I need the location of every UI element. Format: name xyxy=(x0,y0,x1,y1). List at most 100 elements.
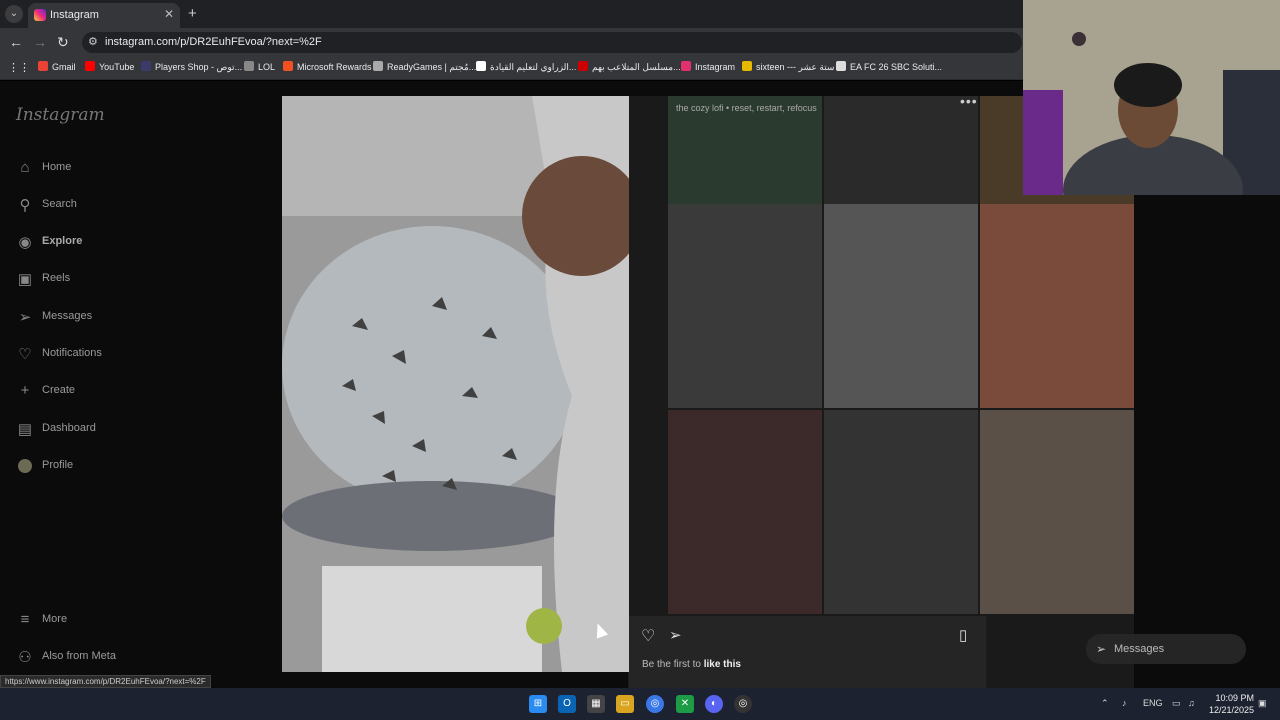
notification-icon[interactable]: ▣ xyxy=(1258,698,1267,709)
home-icon: ⌂ xyxy=(20,159,30,176)
messages-button[interactable]: ➢ Messages xyxy=(1086,634,1246,664)
post-video-frame xyxy=(282,96,629,672)
bookmark-item[interactable]: الزراوي لتعليم القيادة... xyxy=(476,61,576,73)
grid-thumbnail[interactable] xyxy=(824,410,978,614)
browser-tab[interactable]: Instagram ✕ xyxy=(28,3,180,28)
bookmark-item[interactable]: sixteen --- ستة عشر xyxy=(742,61,834,73)
language-indicator[interactable]: ENG xyxy=(1143,698,1163,708)
bookmark-label: Instagram xyxy=(695,62,736,72)
sidebar-item-explore[interactable]: ◉ Explore xyxy=(16,232,146,254)
network-icon[interactable]: ▭ xyxy=(1172,698,1181,709)
sidebar-item-messages[interactable]: ➢ Messages xyxy=(16,307,146,329)
webcam-overlay xyxy=(1023,0,1280,195)
bookmark-favicon-icon xyxy=(85,61,95,71)
chevron-up-icon[interactable]: ⌃ xyxy=(1101,698,1109,709)
microphone-icon[interactable]: ♪ xyxy=(1122,698,1127,708)
messages-icon: ➢ xyxy=(1096,642,1107,656)
bookmark-favicon-icon xyxy=(476,61,486,71)
grid-thumbnail[interactable] xyxy=(824,204,978,408)
bookmark-item[interactable]: مسلسل المتلاعب بهم... xyxy=(578,61,681,73)
outlook-icon[interactable]: O xyxy=(558,695,576,713)
bookmark-item[interactable]: Players Shop - توص... xyxy=(141,61,242,73)
reload-icon[interactable]: ↻ xyxy=(57,34,69,51)
clock[interactable]: 10:09 PM 12/21/2025 xyxy=(1206,692,1254,716)
store-icon[interactable]: ▦ xyxy=(587,695,605,713)
sidebar-item-label: Home xyxy=(42,161,72,173)
post-video[interactable] xyxy=(282,96,629,672)
bookmark-favicon-icon xyxy=(141,61,151,71)
bookmark-item[interactable]: YouTube xyxy=(85,61,134,72)
close-icon[interactable]: ✕ xyxy=(164,7,174,21)
sidebar-item-also-from-meta[interactable]: ⚇ Also from Meta xyxy=(16,647,146,669)
apps-grid-icon[interactable]: ⋮⋮ xyxy=(8,61,30,74)
like-heart-icon[interactable]: ♡ xyxy=(641,626,655,646)
instagram-favicon-icon xyxy=(34,9,46,21)
bookmark-item[interactable]: Gmail xyxy=(38,61,76,72)
clock-date: 12/21/2025 xyxy=(1208,705,1254,715)
instagram-logo[interactable]: Instagram xyxy=(16,105,105,125)
windows-start-icon[interactable]: ⊞ xyxy=(529,695,547,713)
sidebar-item-search[interactable]: ⚲ Search xyxy=(16,195,146,217)
tab-search-button[interactable]: ⌄ xyxy=(5,5,23,23)
bookmark-favicon-icon xyxy=(578,61,588,71)
like-link[interactable]: like this xyxy=(704,659,741,670)
sidebar-item-more[interactable]: ≡ More xyxy=(16,610,146,632)
file-explorer-icon[interactable]: ▭ xyxy=(616,695,634,713)
bookmark-item[interactable]: EA FC 26 SBC Soluti... xyxy=(836,61,942,72)
volume-icon[interactable]: ♫ xyxy=(1188,698,1195,708)
sidebar-item-create[interactable]: + Create xyxy=(16,381,146,403)
avatar-icon xyxy=(16,457,34,477)
bookmark-label: Microsoft Rewards xyxy=(297,62,372,72)
address-bar[interactable]: ⚙ instagram.com/p/DR2EuhFEvoa/?next=%2F xyxy=(82,32,1022,53)
bookmark-favicon-icon xyxy=(836,61,846,71)
meta-icon: ⚇ xyxy=(18,649,32,666)
bookmark-item[interactable]: Instagram xyxy=(681,61,735,72)
dashboard-icon: ▤ xyxy=(17,421,33,438)
sidebar-item-profile[interactable]: Profile xyxy=(16,456,146,478)
more-options-icon[interactable]: ••• xyxy=(960,93,978,109)
bookmark-label: LOL xyxy=(258,62,276,72)
clock-time: 10:09 PM xyxy=(1215,693,1254,703)
reels-icon: ▣ xyxy=(17,271,33,288)
app-icon[interactable]: ◎ xyxy=(734,695,752,713)
bookmark-item[interactable]: Microsoft Rewards xyxy=(283,61,372,72)
bookmark-label: YouTube xyxy=(99,62,135,72)
bookmark-label: Gmail xyxy=(52,62,76,72)
share-icon[interactable]: ➢ xyxy=(669,626,682,644)
messages-label: Messages xyxy=(1114,643,1165,655)
bookmark-item[interactable]: ReadyGames | مُجتم... xyxy=(373,61,476,73)
sidebar-item-home[interactable]: ⌂ Home xyxy=(16,158,146,180)
bookmark-item[interactable]: LOL xyxy=(244,61,275,72)
forward-icon[interactable]: → xyxy=(33,34,47,50)
menu-icon: ≡ xyxy=(20,611,30,628)
sidebar: Instagram ⌂ Home ⚲ Search ◉ Explore ▣ Re… xyxy=(0,81,150,688)
new-tab-button[interactable]: + xyxy=(188,5,197,22)
bookmark-label: Players Shop - توص... xyxy=(155,62,243,72)
back-icon[interactable]: ← xyxy=(9,34,23,50)
bookmark-label: مسلسل المتلاعب بهم... xyxy=(592,62,681,72)
sidebar-item-notifications[interactable]: ♡ Notifications xyxy=(16,344,146,366)
sidebar-item-label: Search xyxy=(42,198,77,210)
xbox-icon[interactable]: ✕ xyxy=(676,695,694,713)
discord-icon[interactable]: ◐ xyxy=(705,695,723,713)
url-text: instagram.com/p/DR2EuhFEvoa/?next=%2F xyxy=(105,36,322,48)
bookmark-favicon-icon xyxy=(244,61,254,71)
sidebar-item-label: Create xyxy=(42,384,76,396)
grid-thumbnail[interactable] xyxy=(668,204,822,408)
bookmark-favicon-icon xyxy=(38,61,48,71)
grid-thumbnail[interactable] xyxy=(980,410,1134,614)
heart-icon: ♡ xyxy=(18,346,32,363)
post-actions: ♡ ➢ ▯ Be the first to like this xyxy=(629,616,986,688)
tab-title: Instagram xyxy=(50,9,99,21)
search-icon: ⚲ xyxy=(19,197,31,214)
messages-icon: ➢ xyxy=(18,309,32,326)
sidebar-item-dashboard[interactable]: ▤ Dashboard xyxy=(16,419,146,441)
site-info-icon[interactable]: ⚙ xyxy=(88,35,98,48)
chrome-icon[interactable]: ◎ xyxy=(646,695,664,713)
bookmark-favicon-icon xyxy=(681,61,691,71)
sidebar-item-reels[interactable]: ▣ Reels xyxy=(16,269,146,291)
sidebar-item-label: Notifications xyxy=(42,347,102,359)
grid-thumbnail[interactable] xyxy=(668,410,822,614)
grid-thumbnail[interactable] xyxy=(980,204,1134,408)
bookmark-icon[interactable]: ▯ xyxy=(959,626,967,644)
